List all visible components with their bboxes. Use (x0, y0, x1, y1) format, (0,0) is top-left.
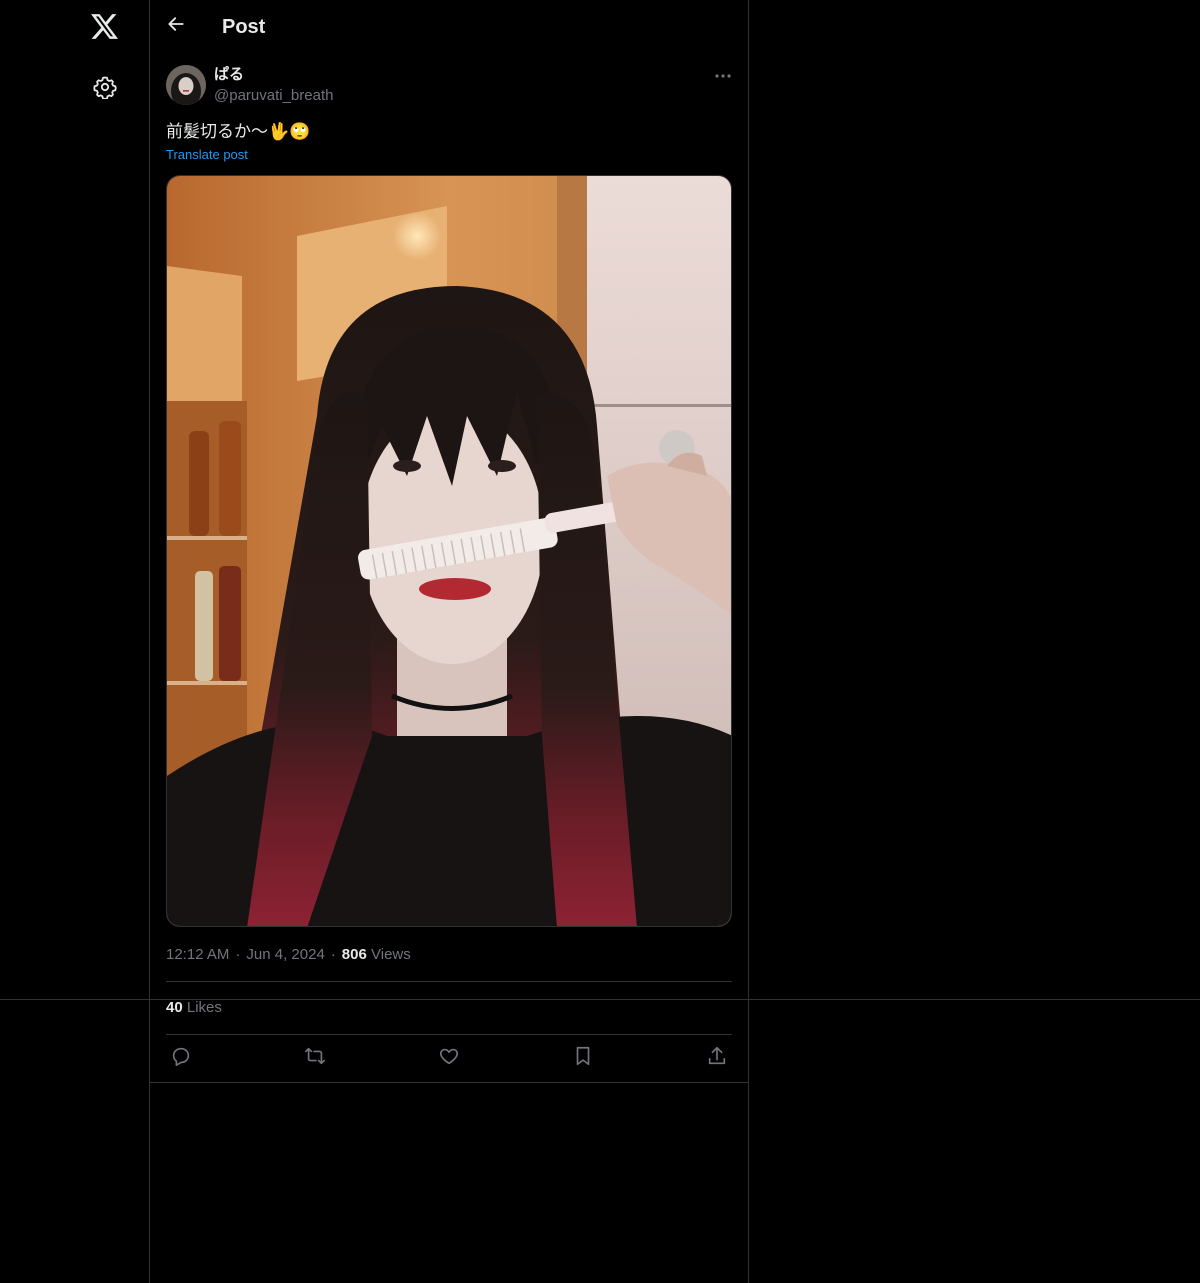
photo-illustration (167, 176, 731, 926)
page: Post ぱる @paruvati_breath 前髪切るか〜🖖🙄 Transl… (0, 0, 1200, 1283)
post-text: 前髪切るか〜🖖🙄 (166, 122, 311, 141)
share-icon (706, 1045, 728, 1072)
divider (166, 981, 732, 982)
gear-icon[interactable] (90, 72, 120, 102)
nav-rail (0, 0, 149, 1283)
x-logo-icon[interactable] (88, 10, 122, 44)
column-border-right (748, 0, 749, 1283)
more-options-button[interactable] (710, 66, 736, 84)
post-photo[interactable] (166, 175, 732, 927)
heart-icon (438, 1045, 460, 1072)
post-meta: 12:12 AM · Jun 4, 2024 · 806 Views (166, 945, 411, 965)
likes-count: 40 (166, 999, 183, 1016)
translate-post-link[interactable]: Translate post (166, 146, 248, 164)
repost-button[interactable] (302, 1046, 328, 1070)
views-count: 806 (341, 946, 367, 963)
separator: · (330, 946, 336, 963)
author-handle[interactable]: @paruvati_breath (214, 86, 333, 106)
like-button[interactable] (436, 1046, 462, 1070)
reply-icon (170, 1045, 192, 1072)
more-icon (714, 66, 732, 84)
separator: · (235, 946, 241, 963)
action-bar (166, 1036, 732, 1080)
reply-button[interactable] (168, 1046, 194, 1070)
avatar[interactable] (166, 65, 206, 105)
divider (166, 1034, 732, 1035)
likes-link[interactable]: 40 Likes (166, 998, 222, 1018)
views-label: Views (371, 946, 411, 963)
arrow-left-icon (166, 14, 186, 39)
page-header: Post (150, 0, 748, 54)
post-column: Post ぱる @paruvati_breath 前髪切るか〜🖖🙄 Transl… (150, 0, 748, 1283)
back-button[interactable] (162, 12, 190, 40)
section-divider (150, 1082, 748, 1083)
post-time[interactable]: 12:12 AM (166, 946, 229, 963)
post-date[interactable]: Jun 4, 2024 (246, 946, 324, 963)
share-button[interactable] (704, 1046, 730, 1070)
author-display-name[interactable]: ぱる (214, 66, 244, 84)
page-title: Post (222, 16, 266, 38)
repost-icon (304, 1045, 326, 1072)
bookmark-button[interactable] (570, 1046, 596, 1070)
bookmark-icon (572, 1045, 594, 1072)
likes-label: Likes (186, 999, 222, 1016)
